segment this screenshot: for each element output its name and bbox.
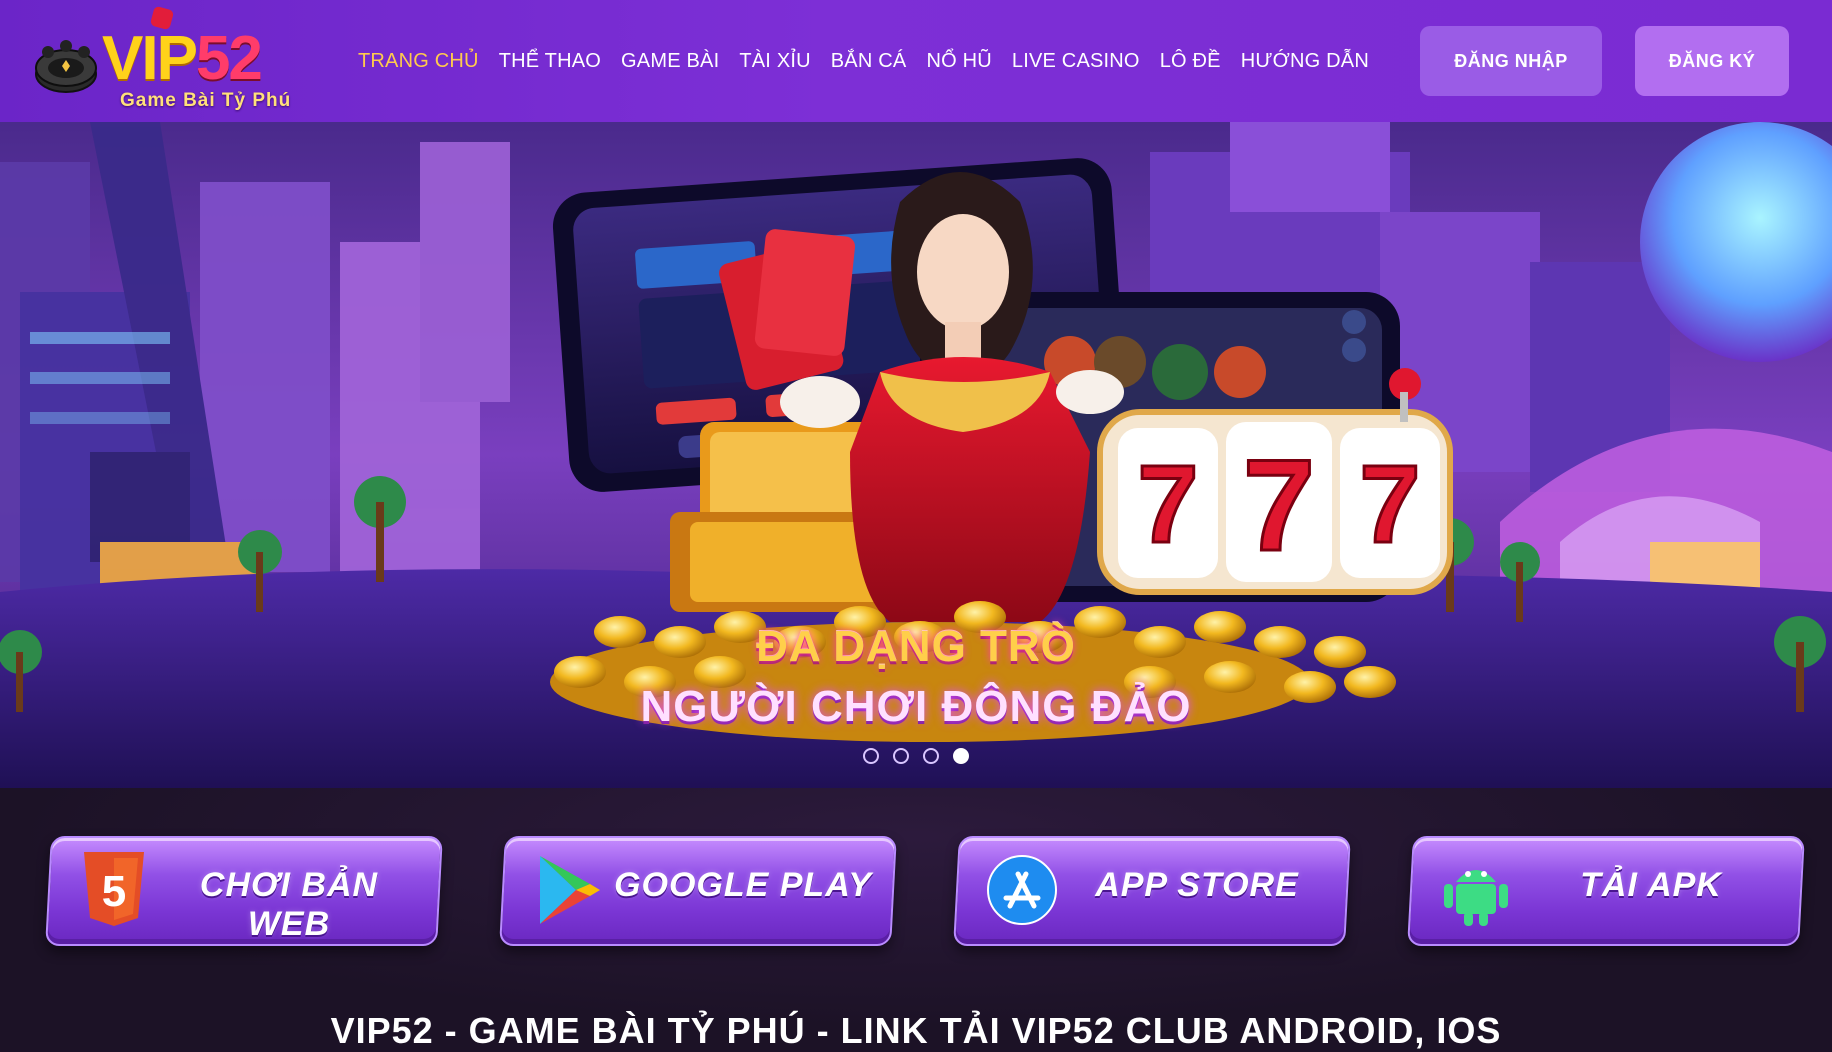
nav-item-ban-ca[interactable]: BẮN CÁ: [821, 50, 917, 73]
logo-main-text: VIP: [102, 24, 198, 93]
svg-text:7: 7: [1243, 432, 1315, 578]
svg-text:5: 5: [102, 867, 126, 916]
download-apk-label: TẢI APK: [1580, 866, 1722, 904]
site-logo[interactable]: VIP52 Game Bài Tỷ Phú: [30, 5, 310, 114]
carousel-dot-1[interactable]: [863, 748, 879, 764]
nav-item-tai-xiu[interactable]: TÀI XỈU: [729, 50, 820, 73]
carousel-dot-2[interactable]: [893, 748, 909, 764]
android-icon: [1444, 870, 1508, 926]
nav-item-no-hu[interactable]: NỔ HŨ: [916, 50, 1001, 73]
google-play-label: GOOGLE PLAY: [614, 866, 872, 904]
svg-text:7: 7: [1137, 443, 1198, 566]
download-section: 5 CHƠI BẢN WEB GOOGLE PLAY APP STORE TẢI…: [0, 788, 1832, 1051]
google-play-icon: [540, 856, 600, 924]
main-nav: TRANG CHỦ THỂ THAO GAME BÀI TÀI XỈU BẮN …: [348, 0, 1379, 122]
carousel-dot-3[interactable]: [923, 748, 939, 764]
carousel-dot-4[interactable]: [953, 748, 969, 764]
app-store-icon: [987, 855, 1057, 925]
nav-item-lo-de[interactable]: LÔ ĐỀ: [1150, 50, 1231, 73]
nav-item-huong-dan[interactable]: HƯỚNG DẪN: [1231, 50, 1379, 73]
casino-chip-icon: [35, 40, 97, 93]
site-header: VIP52 Game Bài Tỷ Phú TRANG CHỦ THỂ THAO…: [0, 0, 1832, 122]
hero-banner[interactable]: 7 7 7 ĐA DẠNG TRÒ NGƯỜI CHƠI ĐÔNG ĐẢO: [0, 122, 1832, 788]
play-web-label: CHƠI BẢN WEB: [199, 866, 379, 943]
login-button[interactable]: ĐĂNG NHẬP: [1420, 26, 1602, 96]
hero-headline: ĐA DẠNG TRÒ: [756, 622, 1076, 671]
carousel-indicators: [863, 748, 969, 764]
google-play-button[interactable]: GOOGLE PLAY: [499, 836, 897, 946]
logo-tagline: Game Bài Tỷ Phú: [120, 90, 292, 111]
nav-item-the-thao[interactable]: THỂ THAO: [489, 50, 611, 73]
nav-item-game-bai[interactable]: GAME BÀI: [611, 50, 729, 73]
play-web-button[interactable]: 5 CHƠI BẢN WEB: [45, 836, 443, 946]
html5-icon: 5: [84, 852, 144, 926]
logo-number-text: 52: [195, 24, 263, 93]
app-store-label: APP STORE: [1095, 866, 1299, 904]
register-button[interactable]: ĐĂNG KÝ: [1635, 26, 1789, 96]
nav-item-live-casino[interactable]: LIVE CASINO: [1002, 50, 1150, 73]
svg-text:7: 7: [1359, 443, 1420, 566]
app-store-button[interactable]: APP STORE: [953, 836, 1351, 946]
hero-subheadline: NGƯỜI CHƠI ĐÔNG ĐẢO: [640, 682, 1192, 731]
nav-item-trang-chu[interactable]: TRANG CHỦ: [348, 50, 489, 73]
logo-wordmark: VIP52: [102, 28, 263, 90]
download-apk-button[interactable]: TẢI APK: [1407, 836, 1805, 946]
section-heading: VIP52 - GAME BÀI TỶ PHÚ - LINK TẢI VIP52…: [330, 1010, 1502, 1051]
